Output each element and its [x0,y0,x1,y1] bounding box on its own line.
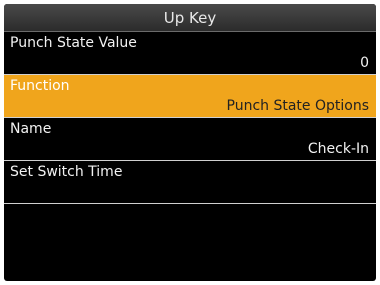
page-title: Up Key [163,8,217,27]
menu-item-name[interactable]: Name Check-In [4,118,376,161]
menu-item-label: Name [10,121,52,137]
menu-item-value: Punch State Options [226,98,370,114]
menu-item-punch-state-value[interactable]: Punch State Value 0 [4,32,376,75]
menu-item-label: Set Switch Time [10,164,123,180]
title-bar: Up Key [4,4,376,32]
menu-item-set-switch-time[interactable]: Set Switch Time [4,161,376,204]
menu-item-function[interactable]: Function Punch State Options [4,75,376,118]
menu-item-value: 0 [360,55,369,71]
menu-item-value: Check-In [307,141,369,157]
menu-item-label: Punch State Value [10,35,137,51]
menu-item-label: Function [10,78,70,94]
device-screen: Up Key Punch State Value 0 Function Punc… [4,4,376,281]
